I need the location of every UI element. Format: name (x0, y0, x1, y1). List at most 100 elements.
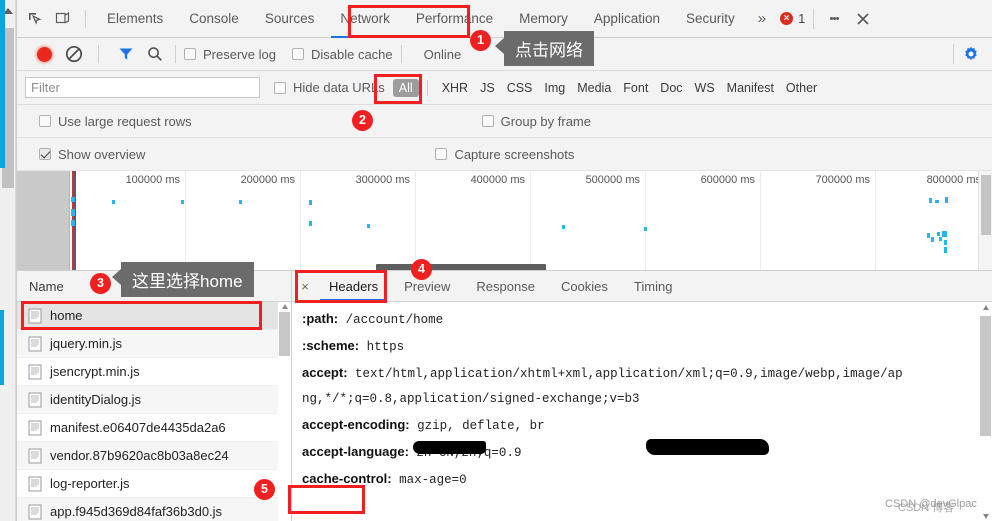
tab-console[interactable]: Console (176, 0, 252, 38)
tabbar-divider-right (813, 8, 815, 29)
header-row: accept-language: zh-CN,zh;q=0.9 (302, 439, 979, 466)
list-item[interactable]: identityDialog.js (17, 386, 291, 414)
scroll-up-arrow-icon[interactable] (281, 304, 288, 309)
tab-memory[interactable]: Memory (506, 0, 581, 38)
tab-performance[interactable]: Performance (403, 0, 506, 38)
header-value: text/html,application/xhtml+xml,applicat… (347, 367, 903, 381)
overview-scrollbar-thumb[interactable] (981, 175, 991, 235)
headers-scrollbar[interactable] (979, 302, 992, 521)
list-item[interactable]: app.f945d369d84faf36b3d0.js (17, 498, 291, 521)
overview-dot (927, 233, 930, 238)
import-har-icon[interactable] (513, 44, 533, 64)
header-row: accept: text/html,application/xhtml+xml,… (302, 360, 979, 387)
type-filter-all[interactable]: All (392, 78, 419, 97)
tab-elements[interactable]: Elements (94, 0, 176, 38)
hide-data-urls-checkbox[interactable]: Hide data URLs (274, 80, 385, 95)
header-row-continuation: ng,*/*;q=0.8,application/signed-exchange… (302, 387, 979, 412)
scroll-down-arrow-icon[interactable] (982, 514, 989, 519)
page-accent-strip-lower (0, 310, 4, 385)
preserve-log-label: Preserve log (203, 46, 276, 62)
close-icon[interactable] (846, 0, 880, 38)
type-filter-ws[interactable]: WS (689, 79, 721, 97)
header-row: accept-encoding: gzip, deflate, br (302, 412, 979, 439)
list-item[interactable]: home (17, 302, 291, 330)
overview-scrollbar[interactable] (978, 171, 992, 270)
overview-dot (71, 197, 75, 202)
show-overview-checkbox[interactable]: Show overview (39, 147, 145, 162)
preserve-log-checkbox[interactable]: Preserve log (184, 47, 276, 62)
list-item[interactable]: log-reporter.js (17, 470, 291, 498)
overview-dot (112, 200, 115, 204)
list-item[interactable]: jquery.min.js (17, 330, 291, 358)
overview-dot (935, 200, 939, 203)
overview-dot (71, 209, 75, 216)
header-value: max-age=0 (391, 473, 467, 487)
overview-dot (931, 237, 934, 242)
group-by-frame-label: Group by frame (500, 113, 591, 129)
request-list-scrollbar-thumb[interactable] (279, 312, 290, 356)
request-list[interactable]: home jquery.min.js jsencrypt.min.js iden… (17, 302, 291, 521)
group-by-frame-checkbox[interactable]: Group by frame (481, 113, 591, 129)
show-overview-label: Show overview (58, 146, 146, 162)
list-item[interactable]: vendor.87b9620ac8b03a8ec24 (17, 442, 291, 470)
type-filter-doc[interactable]: Doc (654, 79, 688, 97)
record-button[interactable] (37, 46, 52, 62)
document-icon (28, 420, 42, 436)
tab-application[interactable]: Application (581, 0, 673, 38)
devtools-screenshot: Elements Console Sources Network Perform… (0, 0, 992, 521)
tab-headers[interactable]: Headers (316, 271, 391, 302)
detail-close-icon[interactable]: × (294, 271, 316, 302)
error-count-badge[interactable]: × 1 (780, 11, 805, 26)
gear-icon[interactable] (945, 44, 980, 64)
document-icon (28, 448, 42, 464)
capture-screenshots-checkbox[interactable]: Capture screenshots (435, 147, 574, 162)
header-row-cookie: cookie:⁺pdid=|(J~R)um)k~~0J'ull~lXXXXXXX… (302, 493, 979, 521)
filter-funnel-icon[interactable] (115, 43, 137, 65)
tab-timing[interactable]: Timing (621, 271, 686, 302)
tab-cookies[interactable]: Cookies (548, 271, 621, 302)
scroll-up-arrow-icon[interactable] (982, 305, 989, 310)
tab-preview[interactable]: Preview (391, 271, 463, 302)
header-value: /account/home (338, 313, 444, 327)
tab-sources[interactable]: Sources (252, 0, 328, 38)
overview-tick-6: 600000 ms (700, 174, 755, 186)
tab-response[interactable]: Response (463, 271, 548, 302)
overview-dot (367, 224, 370, 228)
throttling-dropdown[interactable]: Online (424, 47, 462, 62)
tab-network[interactable]: Network (327, 0, 403, 38)
header-row: cache-control: max-age=0 (302, 466, 979, 493)
overview-track[interactable]: 100000 ms 200000 ms 300000 ms 400000 ms … (71, 171, 981, 270)
more-tabs-icon[interactable]: » (748, 10, 776, 27)
type-filter-other[interactable]: Other (780, 79, 823, 97)
document-icon (28, 392, 42, 408)
list-item[interactable]: manifest.e06407de4435da2a6 (17, 414, 291, 442)
overview-tick-3: 300000 ms (355, 174, 410, 186)
more-options-icon[interactable] (822, 5, 846, 33)
type-filter-media[interactable]: Media (571, 79, 617, 97)
search-icon[interactable] (143, 43, 167, 65)
tab-headers-label: Headers (329, 278, 379, 294)
type-filter-xhr[interactable]: XHR (436, 79, 474, 97)
type-filter-js[interactable]: JS (474, 79, 501, 97)
export-har-icon[interactable] (547, 44, 567, 64)
list-item-label: identityDialog.js (50, 392, 142, 407)
type-filter-css[interactable]: CSS (501, 79, 539, 97)
overview-tick-4: 400000 ms (470, 174, 525, 186)
hide-data-urls-box-icon (274, 81, 286, 94)
request-name-column-header[interactable]: Name (17, 271, 291, 302)
filter-input[interactable] (25, 77, 260, 98)
inspect-element-icon[interactable] (21, 5, 49, 33)
type-filter-font[interactable]: Font (617, 79, 654, 97)
list-item[interactable]: jsencrypt.min.js (17, 358, 291, 386)
network-overview[interactable]: 100000 ms 200000 ms 300000 ms 400000 ms … (17, 171, 992, 271)
headers-scrollbar-thumb[interactable] (980, 316, 991, 436)
type-filter-img[interactable]: Img (538, 79, 571, 97)
device-toolbar-icon[interactable] (49, 5, 77, 33)
disable-cache-checkbox[interactable]: Disable cache (291, 47, 393, 62)
type-filter-manifest[interactable]: Manifest (721, 79, 780, 97)
clear-icon[interactable] (64, 44, 84, 64)
tab-security[interactable]: Security (673, 0, 748, 38)
request-list-scrollbar[interactable] (278, 302, 291, 521)
overview-tick-8: 800000 ms (926, 174, 981, 186)
use-large-rows-checkbox[interactable]: Use large request rows (39, 114, 192, 129)
